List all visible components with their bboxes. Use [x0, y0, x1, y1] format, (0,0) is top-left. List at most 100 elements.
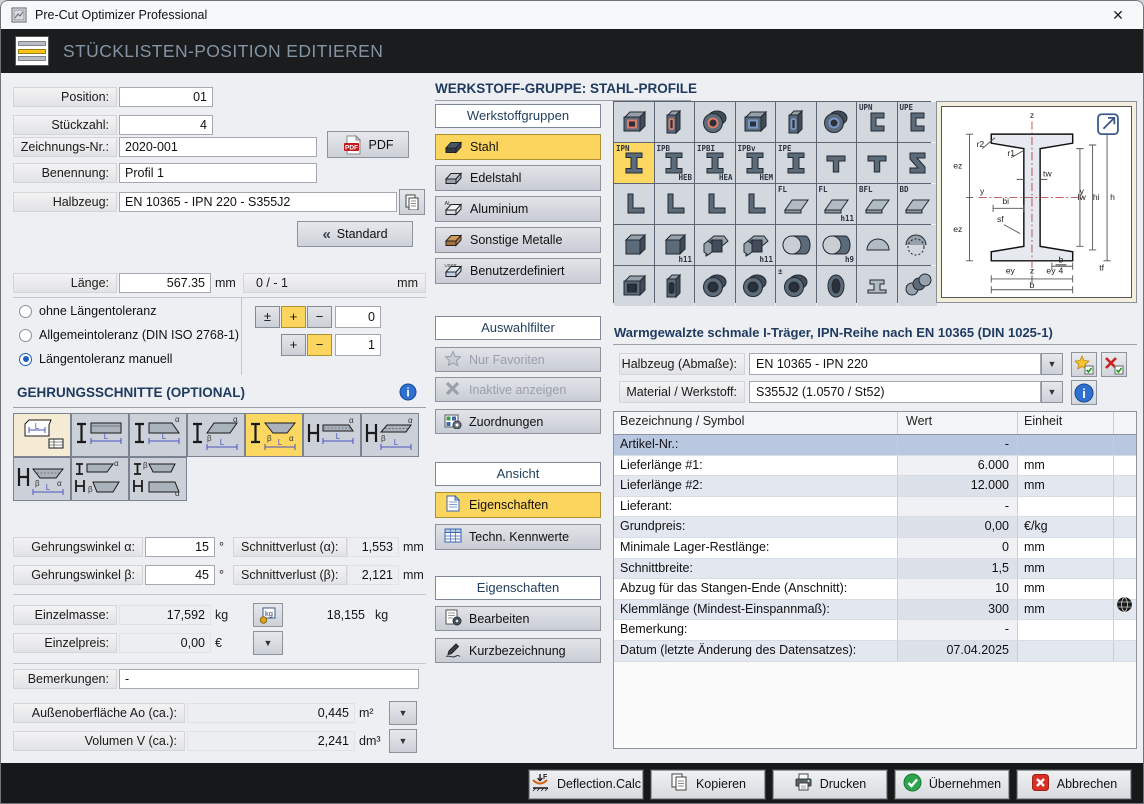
bemerkungen-input[interactable]: -	[119, 669, 419, 689]
profile-option-ipb[interactable]: IPBHEB	[655, 143, 695, 183]
profile-option-bfl[interactable]: BFL	[857, 184, 897, 224]
miter-option-double-profile-miter-2[interactable]: βα	[129, 457, 187, 501]
table-row[interactable]: Grundpreis:0,00€/kg	[614, 517, 1136, 538]
profile-option-±[interactable]: ±	[776, 266, 816, 306]
table-row[interactable]: Abzug für das Stangen-Ende (Anschnitt):1…	[614, 579, 1136, 600]
profile-option-half-round[interactable]	[857, 225, 897, 265]
benennung-input[interactable]: Profil 1	[119, 163, 317, 183]
eigenschaften-button-kurzbezeichnung[interactable]: Kurzbezeichnung	[435, 638, 601, 663]
miter-option-parallelogram-miter-alpha-beta[interactable]: αβL	[187, 413, 245, 457]
volumen-dropdown[interactable]: ▼	[389, 729, 417, 753]
winkel-alpha-input[interactable]: 15	[145, 537, 215, 557]
material-werkstoff-select[interactable]: S355J2 (1.0570 / St52)	[749, 381, 1041, 403]
tolerance-plus-button[interactable]: +	[281, 306, 306, 328]
tolerance-pm-button[interactable]: ±	[255, 306, 280, 328]
table-row[interactable]: Bemerkung:-	[614, 620, 1136, 641]
profile-option-tube-oval[interactable]	[817, 266, 857, 306]
profile-option-upn[interactable]: UPN	[857, 102, 897, 142]
radio-toleranz-manuell[interactable]: Längentoleranz manuell	[19, 352, 172, 366]
profile-option-round-dotted[interactable]	[898, 225, 938, 265]
auswahlfilter-button-inaktive-anzeigen[interactable]: Inaktive anzeigen	[435, 377, 601, 402]
miter-option-double-profile-miter-1[interactable]: αβ	[71, 457, 129, 501]
profile-option-round-bar[interactable]: h9	[817, 225, 857, 265]
ansicht-button-eigenschaften[interactable]: Eigenschaften	[435, 492, 601, 518]
table-row[interactable]: Lieferant:-	[614, 497, 1136, 518]
profile-option-tube-round[interactable]	[736, 266, 776, 306]
werkstoffgruppen-button-aluminium[interactable]: ALAluminium	[435, 196, 601, 222]
table-row[interactable]: Datum (letzte Änderung des Datensatzes):…	[614, 641, 1136, 662]
profile-option-tube-round-blue[interactable]	[817, 102, 857, 142]
table-row[interactable]: Lieferlänge #2:12.000mm	[614, 476, 1136, 497]
radio-ohne-toleranz[interactable]: ohne Längentoleranz	[19, 304, 156, 318]
ansicht-button-techn-kennwerte[interactable]: Techn. Kennwerte	[435, 524, 601, 550]
laenge-input[interactable]: 567.35	[119, 273, 211, 293]
tolerance-minus2-button[interactable]: −	[307, 334, 332, 356]
auswahlfilter-button-nur-favoriten[interactable]: Nur Favoriten	[435, 347, 601, 372]
radio-allgemeintoleranz[interactable]: Allgemeintoleranz (DIN ISO 2768-1)	[19, 328, 239, 342]
favorite-toggle-button[interactable]	[1071, 352, 1097, 377]
material-info-button[interactable]: i	[1071, 380, 1097, 405]
profile-option-bd[interactable]: BD	[898, 184, 938, 224]
kopieren-button[interactable]: Kopieren	[651, 770, 765, 799]
material-dropdown-arrow[interactable]: ▼	[1041, 381, 1063, 403]
profile-option-ipe[interactable]: IPE	[776, 143, 816, 183]
table-row[interactable]: Lieferlänge #1:6.000mm	[614, 456, 1136, 477]
profile-option-tee[interactable]	[817, 143, 857, 183]
stueckzahl-input[interactable]: 4	[119, 115, 213, 135]
miter-option-drawing-sheet[interactable]: L	[13, 413, 71, 457]
zeichnungsnr-input[interactable]: 2020-001	[119, 137, 317, 157]
profile-option-fl[interactable]: FL	[776, 184, 816, 224]
profile-option-tube-round-red[interactable]	[695, 102, 735, 142]
table-row[interactable]: Klemmlänge (Mindest-Einspannmaß):300mm	[614, 600, 1136, 621]
kg-convert-button[interactable]: kg	[253, 603, 283, 627]
profile-option-hex-bar[interactable]: h11	[736, 225, 776, 265]
profile-option-ipbv[interactable]: IPBvHEM	[736, 143, 776, 183]
tolerance-minus-input[interactable]: 1	[335, 334, 381, 356]
halbzeug-dropdown-arrow[interactable]: ▼	[1041, 353, 1063, 375]
profile-option-upe[interactable]: UPE	[898, 102, 938, 142]
auswahlfilter-button-zuordnungen[interactable]: Zuordnungen	[435, 409, 601, 434]
miter-option-miter-alpha[interactable]: αL	[129, 413, 187, 457]
position-input[interactable]: 01	[119, 87, 213, 107]
profile-option-tube-square[interactable]	[614, 266, 654, 306]
miter-option-trapezoid-miter-beta-alpha[interactable]: βαL	[245, 413, 303, 457]
miter-option-flat-parallelogram-miter[interactable]: αβL	[361, 413, 419, 457]
profile-option-hex-bar[interactable]	[695, 225, 735, 265]
profile-option-round-bar[interactable]	[776, 225, 816, 265]
profile-option-tube-rect-blue[interactable]	[776, 102, 816, 142]
profile-option-ipbi[interactable]: IPBIHEA	[695, 143, 735, 183]
tolerance-plus-input[interactable]: 0	[335, 306, 381, 328]
miter-option-straight-cut[interactable]: L	[71, 413, 129, 457]
profile-option-rail[interactable]	[857, 266, 897, 306]
eigenschaften-button-bearbeiten[interactable]: Bearbeiten	[435, 606, 601, 631]
profile-option-tee[interactable]	[857, 143, 897, 183]
winkel-beta-input[interactable]: 45	[145, 565, 215, 585]
drucken-button[interactable]: Drucken	[773, 770, 887, 799]
tolerance-plus2-button[interactable]: +	[281, 334, 306, 356]
table-row[interactable]: Minimale Lager-Restlänge:0mm	[614, 538, 1136, 559]
abbrechen-button[interactable]: Abbrechen	[1017, 770, 1131, 799]
profile-option-angle[interactable]	[736, 184, 776, 224]
profile-option-tube-rect-red[interactable]	[655, 102, 695, 142]
deflection-calc-button[interactable]: FDeflection.Calc	[529, 770, 643, 799]
werkstoffgruppen-button-sonstige-metalle[interactable]: Sonstige Metalle	[435, 227, 601, 253]
werkstoffgruppen-button-benutzerdefiniert[interactable]: USERBenutzerdefiniert	[435, 258, 601, 284]
profile-option-tube-round[interactable]	[695, 266, 735, 306]
profile-option-tube-rect[interactable]	[655, 266, 695, 306]
profile-option-angle[interactable]	[695, 184, 735, 224]
profile-option-tube-square-blue[interactable]	[736, 102, 776, 142]
miter-option-flat-miter-alpha[interactable]: αL	[303, 413, 361, 457]
pdf-button[interactable]: PDF PDF	[327, 131, 409, 158]
werkstoffgruppen-button-edelstahl[interactable]: Edelstahl	[435, 165, 601, 191]
close-icon[interactable]: ✕	[1107, 5, 1129, 25]
profile-option-angle[interactable]	[655, 184, 695, 224]
profile-option-square-bar[interactable]	[614, 225, 654, 265]
profile-option-tube-square-red[interactable]	[614, 102, 654, 142]
halbzeug-abmasse-select[interactable]: EN 10365 - IPN 220	[749, 353, 1041, 375]
tolerance-minus-button[interactable]: −	[307, 306, 332, 328]
miter-option-flat-trapezoid-miter[interactable]: βαL	[13, 457, 71, 501]
info-icon[interactable]: i	[399, 383, 417, 406]
profile-option-zee[interactable]	[898, 143, 938, 183]
profile-option-angle[interactable]	[614, 184, 654, 224]
-bernehmen-button[interactable]: Übernehmen	[895, 770, 1009, 799]
